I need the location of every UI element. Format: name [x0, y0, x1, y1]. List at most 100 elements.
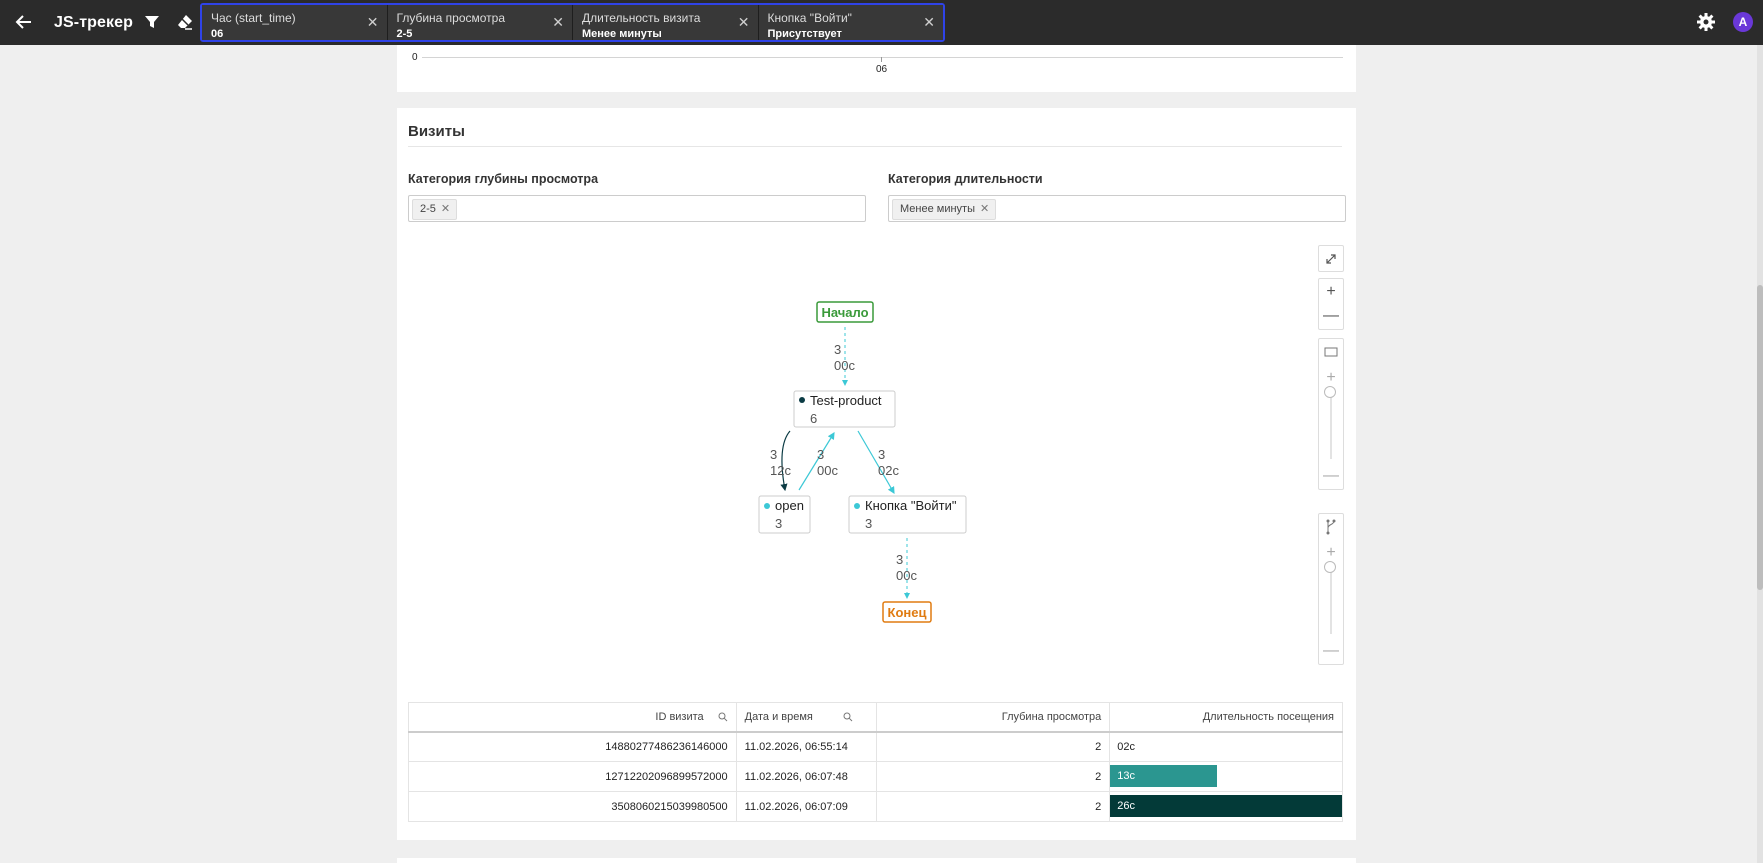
filter-icon[interactable]: [143, 13, 161, 31]
column-header-duration[interactable]: Длительность посещения: [1109, 702, 1343, 732]
table-row[interactable]: 12712202096899572000 11.02.2026, 06:07:4…: [408, 761, 1343, 792]
cell-id: 14880277486236146000: [408, 731, 737, 762]
filter-chip-name: Глубина просмотра: [396, 11, 506, 25]
column-header-depth[interactable]: Глубина просмотра: [875, 702, 1111, 732]
graph-toolbar-expand: [1318, 245, 1344, 272]
node-count: 3: [865, 516, 872, 531]
visit-path-graph: 3 00с 3 12с 3 00с 3 02с 3 00с Начало Tes…: [758, 301, 967, 623]
edge-label-time: 02с: [878, 463, 899, 478]
expand-icon[interactable]: [1319, 248, 1343, 270]
app-title: JS-трекер: [54, 14, 133, 31]
column-header-id[interactable]: ID визита: [408, 702, 737, 732]
filter-chip-depth[interactable]: Глубина просмотра 2-5 ✕: [387, 5, 572, 40]
visits-card: Визиты Категория глубины просмотра 2-5 ✕ …: [397, 108, 1356, 840]
avatar[interactable]: A: [1733, 12, 1753, 32]
edge-label-time: 00с: [834, 358, 855, 373]
edge-label-time: 12с: [770, 463, 791, 478]
cell-id: 3508060215039980500: [408, 791, 737, 822]
search-icon[interactable]: [843, 712, 853, 722]
edge-label-count: 3: [834, 342, 841, 357]
graph-node-product[interactable]: Test-product 6: [793, 390, 896, 428]
path-less-icon[interactable]: —: [1319, 640, 1343, 662]
duration-bar: [1110, 795, 1342, 817]
node-label: Конец: [888, 605, 927, 620]
close-icon[interactable]: ✕: [738, 14, 750, 31]
cell-datetime: 11.02.2026, 06:07:09: [735, 791, 877, 822]
node-filter-icon[interactable]: [1319, 341, 1343, 363]
graph-node-start[interactable]: Начало: [816, 301, 874, 323]
table-header-row: ID визита Дата и время Глубина просмотра…: [408, 702, 1343, 732]
node-slider-handle[interactable]: [1324, 386, 1336, 398]
duration-value: 26с: [1117, 800, 1135, 812]
edge-label-count: 3: [770, 447, 777, 462]
filter-chip-name: Длительность визита: [582, 11, 701, 25]
node-label: Test-product: [810, 393, 882, 408]
cell-depth: 2: [875, 731, 1111, 762]
filter-chip-value: 06: [211, 28, 224, 40]
duration-value: 13с: [1117, 770, 1135, 782]
cell-depth: 2: [875, 791, 1111, 822]
close-icon[interactable]: ✕: [367, 14, 379, 31]
cell-duration: 02с: [1109, 731, 1343, 762]
graph-toolbar-zoom: + —: [1318, 278, 1344, 330]
path-slider-track[interactable]: [1330, 566, 1332, 634]
edge-label-time: 00с: [817, 463, 838, 478]
close-icon[interactable]: ✕: [552, 14, 564, 31]
cell-id: 12712202096899572000: [408, 761, 737, 792]
filter-chip-hour[interactable]: Час (start_time) 06 ✕: [202, 5, 387, 40]
graph-node-open[interactable]: open 3: [758, 495, 811, 534]
filter-chip-name: Час (start_time): [211, 11, 296, 25]
graph-node-login-button[interactable]: Кнопка "Войти" 3: [848, 495, 967, 534]
edge-product-open: [780, 430, 791, 492]
search-icon[interactable]: [718, 712, 728, 722]
active-filters: Час (start_time) 06 ✕ Глубина просмотра …: [200, 3, 945, 42]
filter-chip-name: Кнопка "Войти": [767, 11, 852, 25]
edge-label-count: 3: [817, 447, 824, 462]
node-count: 3: [775, 516, 782, 531]
graph-node-end[interactable]: Конец: [882, 601, 932, 623]
cell-datetime: 11.02.2026, 06:07:48: [735, 761, 877, 792]
cell-datetime: 11.02.2026, 06:55:14: [735, 731, 877, 762]
eraser-icon[interactable]: [176, 13, 194, 31]
node-label: Начало: [821, 305, 868, 320]
close-icon[interactable]: ✕: [923, 14, 935, 31]
header-label: ID визита: [655, 710, 704, 723]
gear-icon[interactable]: [1696, 12, 1716, 32]
edge-label-count: 3: [896, 552, 903, 567]
branch-icon[interactable]: [1319, 516, 1343, 538]
scrollbar-thumb[interactable]: [1757, 285, 1763, 590]
edge-label-count: 3: [878, 447, 885, 462]
top-bar: JS-трекер Час (start_time) 06 ✕ Глубина …: [0, 0, 1763, 45]
node-label: open: [775, 498, 804, 513]
zoom-in-icon[interactable]: +: [1319, 281, 1343, 303]
hour-chart-card: 0 06: [397, 45, 1356, 92]
graph-toolbar-nodes: + —: [1318, 338, 1344, 490]
node-count: 6: [810, 411, 817, 426]
column-header-datetime[interactable]: Дата и время: [735, 702, 877, 732]
edge-product-login: [857, 430, 895, 495]
path-slider-handle[interactable]: [1324, 561, 1336, 573]
filter-chip-value: 2-5: [396, 28, 413, 40]
duration-value: 02с: [1117, 740, 1135, 753]
node-less-icon[interactable]: —: [1319, 465, 1343, 487]
back-arrow-icon[interactable]: [14, 12, 34, 32]
filter-chip-value: Менее минуты: [582, 28, 662, 40]
graph-toolbar-paths: + —: [1318, 513, 1344, 665]
x-axis-line: [422, 57, 1343, 58]
edge-label-time: 00с: [896, 568, 917, 583]
scrollbar[interactable]: [1757, 45, 1763, 863]
filter-chip-duration[interactable]: Длительность визита Менее минуты ✕: [573, 5, 758, 40]
x-axis-tick-mark: [881, 57, 882, 62]
node-slider-track[interactable]: [1330, 391, 1332, 459]
table-row[interactable]: 14880277486236146000 11.02.2026, 06:55:1…: [408, 731, 1343, 762]
cell-depth: 2: [875, 761, 1111, 792]
x-axis-tick-label: 06: [876, 64, 888, 75]
zoom-out-icon[interactable]: —: [1319, 305, 1343, 327]
header-label: Дата и время: [744, 710, 813, 723]
node-label: Кнопка "Войти": [865, 498, 957, 513]
cell-duration: 13с: [1109, 761, 1343, 792]
visits-table: ID визита Дата и время Глубина просмотра…: [408, 702, 1343, 822]
cell-duration: 26с: [1109, 791, 1343, 822]
filter-chip-login-button[interactable]: Кнопка "Войти" Присутствует ✕: [758, 5, 943, 40]
table-row[interactable]: 3508060215039980500 11.02.2026, 06:07:09…: [408, 791, 1343, 822]
